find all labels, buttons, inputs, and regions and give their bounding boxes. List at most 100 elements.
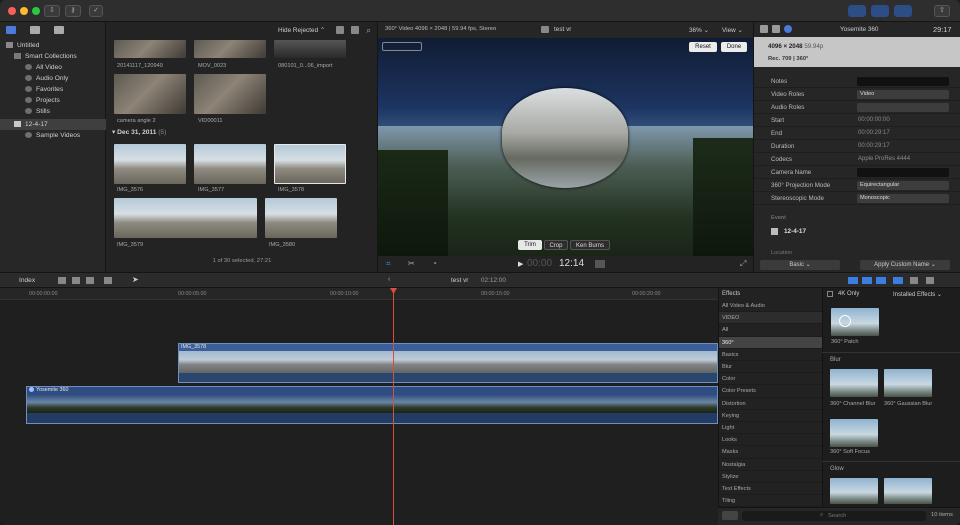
trim-button[interactable]: Trim [518,240,542,250]
transitions-browser-icon[interactable] [926,277,934,284]
audio-skimming-icon[interactable] [862,277,872,284]
libraries-toggle-icon[interactable] [848,5,866,17]
clip-thumbnail-selected[interactable] [274,144,346,184]
effects-browser-icon[interactable] [910,277,918,284]
clip-thumbnail[interactable] [114,198,257,238]
timeline[interactable]: 00:00:00:00 00:00:05:00 00:00:10:00 00:0… [0,288,718,525]
sidebar-item-all-video[interactable]: All Video [0,62,106,73]
film-icon[interactable] [760,25,768,33]
playhead[interactable] [393,288,394,525]
projection-mode-select[interactable]: Equirectangular [857,181,949,190]
sidebar-item-smart-collections[interactable]: Smart Collections [0,51,106,62]
clip-thumbnail[interactable] [114,74,186,114]
clip-yosemite-360[interactable]: Yosemite 360 [26,386,718,424]
clip-thumbnail[interactable] [194,74,266,114]
zoom-menu[interactable]: 36% ⌄ [689,26,709,34]
library-untitled[interactable]: Untitled [0,40,106,51]
sidebar-item-projects[interactable]: Projects [0,95,106,106]
effects-category-item[interactable]: Stylize [719,471,823,483]
effects-category-item[interactable]: VIDEO [719,312,823,325]
crop-button[interactable]: Crop [544,240,568,250]
clip-thumbnail[interactable] [274,40,346,58]
effects-category-item[interactable]: Nostalgia [719,459,823,471]
filter-icon[interactable] [772,25,780,33]
effects-category-item[interactable]: Masks [719,446,823,459]
effects-category-item[interactable]: Keying [719,410,823,422]
transform-tool-icon[interactable]: ✂ [408,259,415,268]
installed-effects-menu[interactable]: Installed Effects ⌄ [893,291,942,298]
photos-icon[interactable] [30,26,40,34]
timeline-toggle-icon[interactable] [871,5,889,17]
stereoscopic-mode-select[interactable]: Monoscopic [857,194,949,203]
effects-category-item[interactable]: Looks [719,434,823,447]
keywords-icon[interactable]: ⚷ [65,5,81,17]
sidebar-item-favorites[interactable]: Favorites [0,84,106,95]
crop-tool-icon[interactable]: ⌗ [386,259,391,269]
camera-name-field[interactable] [857,168,949,177]
titles-icon[interactable] [54,26,64,34]
effects-category-item[interactable]: Distortion [719,398,823,410]
inspector-toggle-icon[interactable] [894,5,912,17]
snapping-icon[interactable] [893,277,903,284]
effect-360-channel-blur[interactable] [830,369,878,397]
clip-thumbnail[interactable] [114,40,186,58]
basic-metadata-menu[interactable]: Basic ⌄ [760,260,840,270]
clip-thumbnail[interactable] [265,198,337,238]
select-tool-icon[interactable]: ➤ [132,275,139,284]
done-button[interactable]: Done [721,42,747,52]
index-button[interactable]: Index [19,277,35,284]
timeline-ruler[interactable] [0,288,718,300]
effects-category-item[interactable]: Tiling [719,495,823,508]
filmstrip-icon[interactable] [351,26,359,34]
share-icon[interactable]: ⇧ [934,5,950,17]
effects-category-item[interactable]: Basics [719,349,823,361]
clip-img-3578[interactable]: IMG_3578 [178,343,718,383]
append-icon[interactable] [86,277,94,284]
effects-category-item[interactable]: Color Presets [719,385,823,398]
overwrite-icon[interactable] [104,277,112,284]
effect-360-soft-focus[interactable] [830,419,878,447]
info-icon[interactable] [784,25,792,33]
search-icon[interactable]: ⌕ [366,25,371,36]
effect-360-gaussian-blur[interactable] [884,369,932,397]
insert-icon[interactable] [72,277,80,284]
view-menu[interactable]: View ⌄ [722,26,743,34]
sidebar-item-event[interactable]: 12-4-17 [0,119,106,130]
fullscreen-icon[interactable]: ⤢ [740,259,746,269]
video-roles-select[interactable]: Video [857,90,949,99]
4k-only-checkbox[interactable] [827,291,833,297]
effects-search-input[interactable]: ⌕ Search [742,511,926,521]
sidebar-item-stills[interactable]: Stills [0,106,106,117]
play-icon[interactable]: ▶ [518,260,523,268]
clip-thumbnail[interactable] [194,40,266,58]
effects-category-item[interactable]: Text Effects [719,483,823,496]
apply-custom-name-menu[interactable]: Apply Custom Name ⌄ [860,260,950,270]
background-tasks-icon[interactable]: ✓ [89,5,103,17]
notes-field[interactable] [857,77,949,86]
skimming-icon[interactable] [848,277,858,284]
import-icon[interactable]: ⇩ [44,5,60,17]
libraries-icon[interactable] [6,26,16,34]
clip-appearance-icon[interactable] [336,26,344,34]
360-nav-controls[interactable] [382,42,422,51]
effect-glow-2[interactable] [884,478,932,504]
effect-glow-1[interactable] [830,478,878,504]
hide-rejected-filter[interactable]: Hide Rejected ⌃ [278,26,325,34]
effects-category-item[interactable]: Light [719,422,823,435]
viewer-canvas[interactable] [378,38,753,256]
sidebar-item-sample-videos[interactable]: Sample Videos [0,130,106,141]
effects-category-item[interactable]: All Video & Audio [719,300,823,313]
speed-icon[interactable]: ◔ [432,259,437,268]
date-group-header[interactable]: ▾ Dec 31, 2011 (5) [112,128,166,136]
effects-category-item[interactable]: Blur [719,361,823,374]
reset-button[interactable]: Reset [689,42,717,52]
effects-category-item[interactable]: Color [719,373,823,386]
minimize-button[interactable] [20,7,28,15]
connect-icon[interactable] [58,277,66,284]
ken-burns-button[interactable]: Ken Burns [570,240,610,250]
clip-thumbnail[interactable] [114,144,186,184]
zoom-button[interactable] [32,7,40,15]
effects-category-item[interactable]: 360° [719,336,823,349]
sidebar-item-audio-only[interactable]: Audio Only [0,73,106,84]
close-button[interactable] [8,7,16,15]
